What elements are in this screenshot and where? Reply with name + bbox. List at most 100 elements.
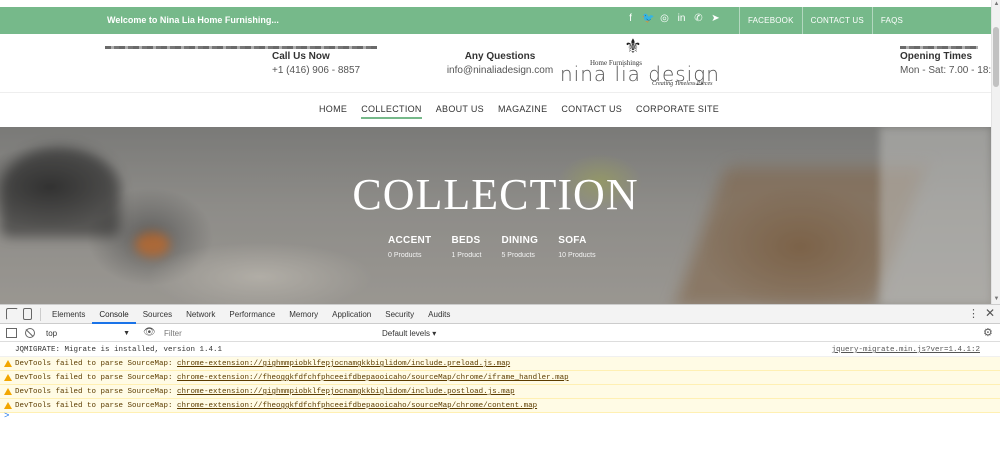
chevron-down-icon: ▼ (123, 330, 130, 337)
category-name: BEDS (451, 235, 481, 246)
fleur-emblem-icon: ⚜ (624, 36, 642, 58)
scribble-overlay (900, 46, 978, 49)
sourcemap-link[interactable]: chrome-extension://gighmmpiobklfepjocnam… (177, 388, 515, 396)
top-link-contact-us[interactable]: CONTACT US (801, 7, 872, 34)
opening-times-block: Opening Times Mon - Sat: 7.00 - 18:0 (900, 51, 991, 76)
top-bar: Welcome to Nina Lia Home Furnishing... f… (0, 7, 991, 34)
nav-contact-us[interactable]: CONTACT US (561, 104, 622, 119)
sourcemap-link[interactable]: chrome-extension://gighmmpiobklfepjocnam… (177, 360, 510, 368)
console-warning: DevTools failed to parse SourceMap: chro… (0, 357, 1000, 371)
devtools-tab-bar: Elements Console Sources Network Perform… (0, 305, 1000, 324)
sidebar-toggle-icon[interactable] (6, 328, 17, 338)
inspect-element-icon[interactable] (6, 308, 18, 320)
close-icon[interactable]: ✕ (985, 306, 995, 320)
category-dining[interactable]: DINING 5 Products (501, 235, 538, 259)
tab-performance[interactable]: Performance (222, 305, 282, 324)
tab-elements[interactable]: Elements (45, 305, 92, 324)
category-count: 5 Products (501, 252, 535, 259)
questions-block: Any Questions info@ninaliadesign.com (445, 51, 555, 76)
telegram-icon[interactable]: ➤ (710, 13, 721, 24)
message-text: DevTools failed to parse SourceMap: (15, 402, 178, 410)
message-text: DevTools failed to parse SourceMap: (15, 374, 178, 382)
clear-console-icon[interactable] (25, 328, 35, 338)
scrollbar-thumb[interactable] (993, 27, 999, 87)
top-links: FACEBOOK CONTACT US FAQS (739, 7, 911, 34)
category-beds[interactable]: BEDS 1 Product (451, 235, 481, 259)
devtools-panel: Elements Console Sources Network Perform… (0, 304, 1000, 462)
console-warning: DevTools failed to parse SourceMap: chro… (0, 371, 1000, 385)
console-messages: JQMIGRATE: Migrate is installed, version… (0, 343, 1000, 413)
console-message: JQMIGRATE: Migrate is installed, version… (0, 343, 1000, 357)
warning-icon (4, 360, 12, 367)
tab-sources[interactable]: Sources (136, 305, 179, 324)
tab-console[interactable]: Console (92, 305, 136, 324)
site-header: Call Us Now +1 (416) 906 - 8857 Any Ques… (0, 34, 991, 92)
social-icons: f 🐦 ◎ in ✆ ➤ (625, 13, 721, 24)
phone-number[interactable]: +1 (416) 906 - 8857 (272, 65, 392, 76)
nav-home[interactable]: HOME (319, 104, 347, 119)
warning-icon (4, 374, 12, 381)
nav-magazine[interactable]: MAGAZINE (498, 104, 547, 119)
console-prompt[interactable]: > (4, 411, 9, 421)
category-accent[interactable]: ACCENT 0 Products (388, 235, 431, 259)
category-sofa[interactable]: SOFA 10 Products (558, 235, 595, 259)
tab-security[interactable]: Security (378, 305, 421, 324)
hero-banner: COLLECTION ACCENT 0 Products BEDS 1 Prod… (0, 127, 991, 304)
tab-audits[interactable]: Audits (421, 305, 457, 324)
whatsapp-icon[interactable]: ✆ (693, 13, 704, 24)
message-text: DevTools failed to parse SourceMap: (15, 360, 178, 368)
linkedin-icon[interactable]: in (676, 13, 687, 24)
logo-tagline: Creating Timeless Pieces (652, 81, 713, 87)
category-count: 0 Products (388, 252, 422, 259)
sourcemap-link[interactable]: chrome-extension://fheoggkfdfchfphceeifd… (177, 402, 537, 410)
scroll-up-icon[interactable]: ▲ (992, 0, 1000, 9)
kebab-menu-icon[interactable]: ⋮ (968, 307, 979, 320)
questions-label: Any Questions (464, 51, 536, 62)
welcome-text: Welcome to Nina Lia Home Furnishing... (107, 15, 279, 25)
instagram-icon[interactable]: ◎ (659, 13, 670, 24)
twitter-icon[interactable]: 🐦 (642, 13, 654, 24)
facebook-icon[interactable]: f (625, 13, 636, 24)
nav-about-us[interactable]: ABOUT US (436, 104, 484, 119)
log-levels-dropdown[interactable]: Default levels ▾ (382, 327, 436, 340)
scroll-down-icon[interactable]: ▼ (992, 295, 1000, 304)
console-warning: DevTools failed to parse SourceMap: chro… (0, 385, 1000, 399)
call-us-label: Call Us Now (272, 51, 330, 62)
warning-icon (4, 388, 12, 395)
live-expression-eye-icon[interactable]: 👁 (143, 327, 156, 338)
nav-corporate-site[interactable]: CORPORATE SITE (636, 104, 719, 119)
call-us-block: Call Us Now +1 (416) 906 - 8857 (272, 51, 392, 76)
scribble-overlay (105, 46, 377, 49)
category-list: ACCENT 0 Products BEDS 1 Product DINING … (388, 235, 616, 259)
tab-application[interactable]: Application (325, 305, 378, 324)
message-source-link[interactable]: jquery-migrate.min.js?ver=1.4.1:2 (831, 343, 980, 357)
tab-memory[interactable]: Memory (282, 305, 325, 324)
category-count: 1 Product (451, 252, 482, 259)
warning-icon (4, 402, 12, 409)
console-toolbar: top ▼ 👁 Default levels ▾ ⚙ (0, 325, 1000, 342)
category-count: 10 Products (558, 252, 596, 259)
sourcemap-link[interactable]: chrome-extension://fheoggkfdfchfphceeifd… (177, 374, 569, 382)
category-name: SOFA (558, 235, 587, 246)
category-name: ACCENT (388, 235, 432, 246)
site-logo[interactable]: ⚜ Home Furnishings nina lia design Creat… (560, 36, 720, 90)
page-scrollbar[interactable]: ▲ ▼ (991, 0, 1000, 304)
category-name: DINING (501, 235, 539, 246)
message-text: DevTools failed to parse SourceMap: (15, 388, 178, 396)
top-link-facebook[interactable]: FACEBOOK (739, 7, 802, 34)
email-link[interactable]: info@ninaliadesign.com (445, 65, 555, 76)
top-link-faqs[interactable]: FAQS (871, 7, 911, 34)
tab-network[interactable]: Network (179, 305, 222, 324)
divider (40, 308, 41, 321)
console-warning: DevTools failed to parse SourceMap: chro… (0, 399, 1000, 413)
main-nav: HOME COLLECTION ABOUT US MAGAZINE CONTAC… (0, 92, 991, 127)
console-filter-input[interactable] (164, 327, 374, 340)
gear-icon[interactable]: ⚙ (983, 326, 993, 339)
device-toolbar-icon[interactable] (23, 308, 32, 320)
context-value: top (46, 329, 58, 338)
nav-collection[interactable]: COLLECTION (361, 104, 422, 119)
opening-times-label: Opening Times (900, 51, 973, 62)
message-text: JQMIGRATE: Migrate is installed, version… (15, 346, 223, 354)
context-selector[interactable]: top ▼ (44, 327, 132, 340)
opening-times-value: Mon - Sat: 7.00 - 18:0 (900, 65, 991, 76)
